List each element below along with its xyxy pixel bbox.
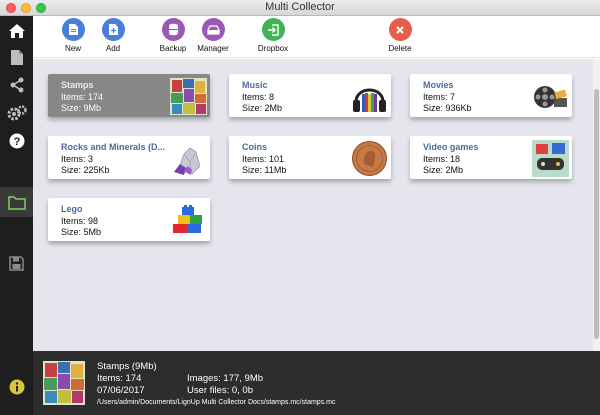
crystal-thumbnail <box>174 147 201 175</box>
sidebar-help-button[interactable]: ? <box>0 128 33 154</box>
collection-items: Items: 174 <box>61 92 104 102</box>
sidebar-home-button[interactable] <box>0 18 33 44</box>
manager-button-label: Manager <box>197 44 229 53</box>
collection-card-video-games[interactable]: Video games Items: 18 Size: 2Mb <box>410 136 572 179</box>
window-title: Multi Collector <box>265 1 335 13</box>
collection-size: Size: 2Mb <box>242 103 283 113</box>
sidebar: ? <box>0 16 33 415</box>
sidebar-share-button[interactable] <box>0 72 33 98</box>
collection-size: Size: 936Kb <box>423 103 472 113</box>
exit-icon <box>261 18 285 41</box>
new-document-icon <box>61 18 85 41</box>
collection-items: Items: 3 <box>61 154 94 164</box>
document-icon <box>10 49 23 65</box>
stamps-thumbnail <box>170 78 207 115</box>
lego-thumbnail <box>173 205 202 233</box>
share-icon <box>10 77 23 93</box>
headphones-thumbnail <box>353 88 386 112</box>
collection-card-coins[interactable]: Coins Items: 101 Size: 11Mb <box>229 136 391 179</box>
collection-size: Size: 2Mb <box>423 165 464 175</box>
save-icon <box>9 255 24 271</box>
folder-icon <box>7 195 26 210</box>
delete-icon <box>388 18 412 41</box>
collection-name: Video games <box>423 142 479 152</box>
video-games-thumbnail <box>532 140 569 177</box>
toolbar: New Add Backup Manager Dropbox Delete <box>33 16 600 58</box>
collection-name: Rocks and Minerals (D... <box>61 142 166 152</box>
delete-button[interactable]: Delete <box>375 18 425 53</box>
manager-button[interactable]: Manager <box>188 18 238 53</box>
sidebar-info-button[interactable] <box>0 374 33 400</box>
collection-name: Music <box>242 80 268 90</box>
collections-grid: Stamps Items: 174 Size: 9Mb Music Items:… <box>33 59 593 351</box>
svg-text:?: ? <box>13 136 20 148</box>
collection-items: Items: 18 <box>423 154 461 164</box>
gears-icon <box>7 105 27 121</box>
film-reel-thumbnail <box>534 86 567 108</box>
add-document-icon <box>101 18 125 41</box>
collection-items: Items: 98 <box>61 216 99 226</box>
add-button-label: Add <box>105 44 121 53</box>
sidebar-save-button[interactable] <box>0 250 33 276</box>
collection-size: Size: 225Kb <box>61 165 110 175</box>
collection-size: Size: 5Mb <box>61 227 102 237</box>
penny-thumbnail <box>352 141 387 176</box>
collection-name: Movies <box>423 80 454 90</box>
collection-items: Items: 8 <box>242 92 275 102</box>
collection-card-movies[interactable]: Movies Items: 7 Size: 936Kb <box>410 74 572 117</box>
info-title: Stamps (9Mb) <box>97 361 157 372</box>
sidebar-collections-button[interactable] <box>0 187 33 217</box>
collection-items: Items: 7 <box>423 92 456 102</box>
collection-items: Items: 101 <box>242 154 285 164</box>
add-button[interactable]: Add <box>88 18 138 53</box>
dropbox-button[interactable]: Dropbox <box>248 18 298 53</box>
collection-name: Coins <box>242 142 268 152</box>
sidebar-settings-button[interactable] <box>0 100 33 126</box>
info-user-files: User files: 0, 0b <box>187 385 253 396</box>
collection-size: Size: 11Mb <box>242 165 287 175</box>
help-icon: ? <box>9 133 24 149</box>
collection-card-lego[interactable]: Lego Items: 98 Size: 5Mb <box>48 198 210 241</box>
delete-button-label: Delete <box>388 44 412 53</box>
home-icon <box>8 24 25 38</box>
info-images: Images: 177, 9Mb <box>187 373 264 384</box>
collection-card-rocks-and-minerals[interactable]: Rocks and Minerals (D... Items: 3 Size: … <box>48 136 210 179</box>
info-date: 07/06/2017 <box>97 385 145 396</box>
drive-icon <box>201 18 225 41</box>
info-icon <box>9 379 24 395</box>
collection-size: Size: 9Mb <box>61 103 102 113</box>
collection-info-panel: Stamps (9Mb) Items: 174 07/06/2017 Image… <box>33 351 600 415</box>
dropbox-button-label: Dropbox <box>257 44 289 53</box>
selected-collection-thumbnail <box>43 361 85 405</box>
collection-name: Stamps <box>61 80 94 90</box>
scrollbar-thumb[interactable] <box>594 89 599 339</box>
collection-name: Lego <box>61 204 83 214</box>
info-items: Items: 174 <box>97 373 142 384</box>
window-titlebar: Multi Collector <box>0 0 600 16</box>
database-icon <box>161 18 185 41</box>
vertical-scrollbar[interactable] <box>593 59 600 351</box>
collection-card-stamps[interactable]: Stamps Items: 174 Size: 9Mb <box>48 74 210 117</box>
sidebar-document-button[interactable] <box>0 44 33 70</box>
collection-card-music[interactable]: Music Items: 8 Size: 2Mb <box>229 74 391 117</box>
info-file-path: /Users/admin/Documents/LignUp Multi Coll… <box>97 399 336 406</box>
